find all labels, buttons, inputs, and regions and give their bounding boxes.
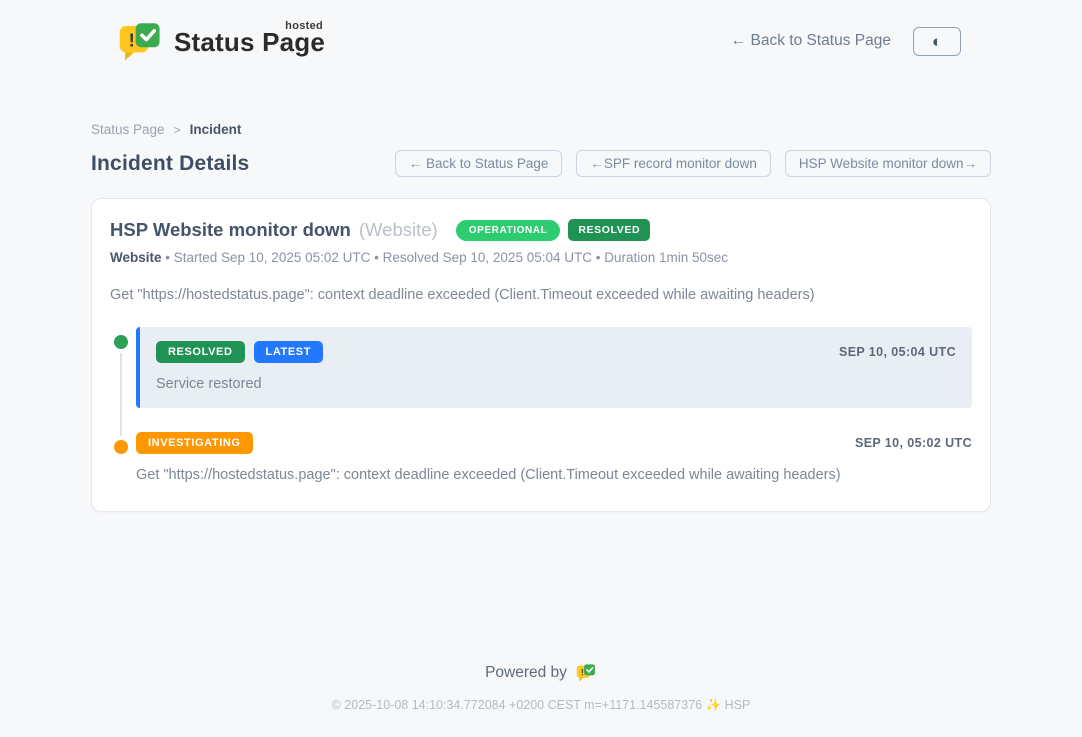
incident-description: Get "https://hostedstatus.page": context… [110, 287, 972, 303]
timeline-entry-resolved: RESOLVED LATEST SEP 10, 05:04 UTC Servic… [136, 327, 972, 408]
incident-card: HSP Website monitor down (Website) OPERA… [91, 198, 991, 512]
contrast-icon: ◐ [932, 33, 942, 50]
incident-component: Website [110, 250, 162, 265]
resolved-badge: RESOLVED [568, 219, 650, 241]
app-logo[interactable]: ! hosted Status Page [118, 18, 325, 64]
prev-incident-button[interactable]: ←SPF record monitor down [576, 150, 771, 177]
incident-meta-details: • Started Sep 10, 2025 05:02 UTC • Resol… [162, 250, 729, 265]
incident-scope: (Website) [359, 219, 438, 241]
incident-nav-buttons: ← Back to Status Page ←SPF record monito… [395, 150, 991, 177]
footer: Powered by ! © 2025-10-08 14:10:34.77208… [0, 662, 1082, 737]
svg-text:!: ! [129, 29, 135, 50]
entry-head: INVESTIGATING SEP 10, 05:02 UTC [136, 432, 972, 454]
footer-brand: HSP [725, 698, 751, 712]
header-actions: ← Back to Status Page ◐ [731, 27, 961, 56]
theme-toggle-button[interactable]: ◐ [913, 27, 961, 56]
sparkle-icon: ✨ [706, 698, 722, 712]
entry-head: RESOLVED LATEST SEP 10, 05:04 UTC [156, 341, 956, 363]
timeline-investigating-badge: INVESTIGATING [136, 432, 253, 454]
timeline-latest-badge: LATEST [254, 341, 324, 363]
resolved-dot-icon [110, 331, 132, 353]
copyright-text: © 2025-10-08 14:10:34.772084 +0200 CEST … [332, 698, 703, 712]
header-back-link[interactable]: ← Back to Status Page [731, 32, 891, 50]
operational-badge: OPERATIONAL [456, 220, 561, 241]
timeline-entry-investigating: INVESTIGATING SEP 10, 05:02 UTC Get "htt… [136, 432, 972, 483]
brand-text: hosted Status Page [174, 20, 325, 55]
entry-badges: INVESTIGATING [136, 432, 253, 454]
latest-update-box: RESOLVED LATEST SEP 10, 05:04 UTC Servic… [136, 327, 972, 408]
incident-title-row: HSP Website monitor down (Website) OPERA… [110, 219, 972, 241]
timeline-resolved-badge: RESOLVED [156, 341, 245, 363]
entry-badges: RESOLVED LATEST [156, 341, 323, 363]
powered-by-link[interactable]: Powered by ! [0, 662, 1082, 683]
copyright-line: © 2025-10-08 14:10:34.772084 +0200 CEST … [0, 698, 1082, 713]
incident-meta: Website • Started Sep 10, 2025 05:02 UTC… [110, 250, 972, 265]
breadcrumb-status-page[interactable]: Status Page [91, 122, 165, 137]
investigating-dot-icon [110, 436, 132, 458]
breadcrumb-incident: Incident [190, 122, 242, 137]
header: ! hosted Status Page ← Back to Status Pa… [0, 0, 1082, 66]
breadcrumb-separator: > [174, 123, 181, 137]
svg-text:!: ! [581, 667, 584, 677]
main-content: Status Page > Incident Incident Details … [91, 122, 991, 512]
title-row: Incident Details ← Back to Status Page ←… [91, 150, 991, 177]
timeline-message: Service restored [156, 376, 956, 392]
footer-logo-icon: ! [576, 662, 597, 683]
incident-title: HSP Website monitor down [110, 219, 351, 241]
breadcrumb: Status Page > Incident [91, 122, 991, 137]
timeline-message: Get "https://hostedstatus.page": context… [136, 467, 972, 483]
timeline-timestamp: SEP 10, 05:02 UTC [855, 436, 972, 450]
timeline-timestamp: SEP 10, 05:04 UTC [839, 345, 956, 359]
status-page-logo-icon: ! [118, 18, 164, 64]
next-incident-button[interactable]: HSP Website monitor down→ [785, 150, 991, 177]
brand-name: Status Page [174, 29, 325, 55]
incident-timeline: RESOLVED LATEST SEP 10, 05:04 UTC Servic… [110, 327, 972, 483]
back-to-status-page-button[interactable]: ← Back to Status Page [395, 150, 563, 177]
page-title: Incident Details [91, 152, 249, 176]
powered-by-label: Powered by [485, 664, 567, 682]
